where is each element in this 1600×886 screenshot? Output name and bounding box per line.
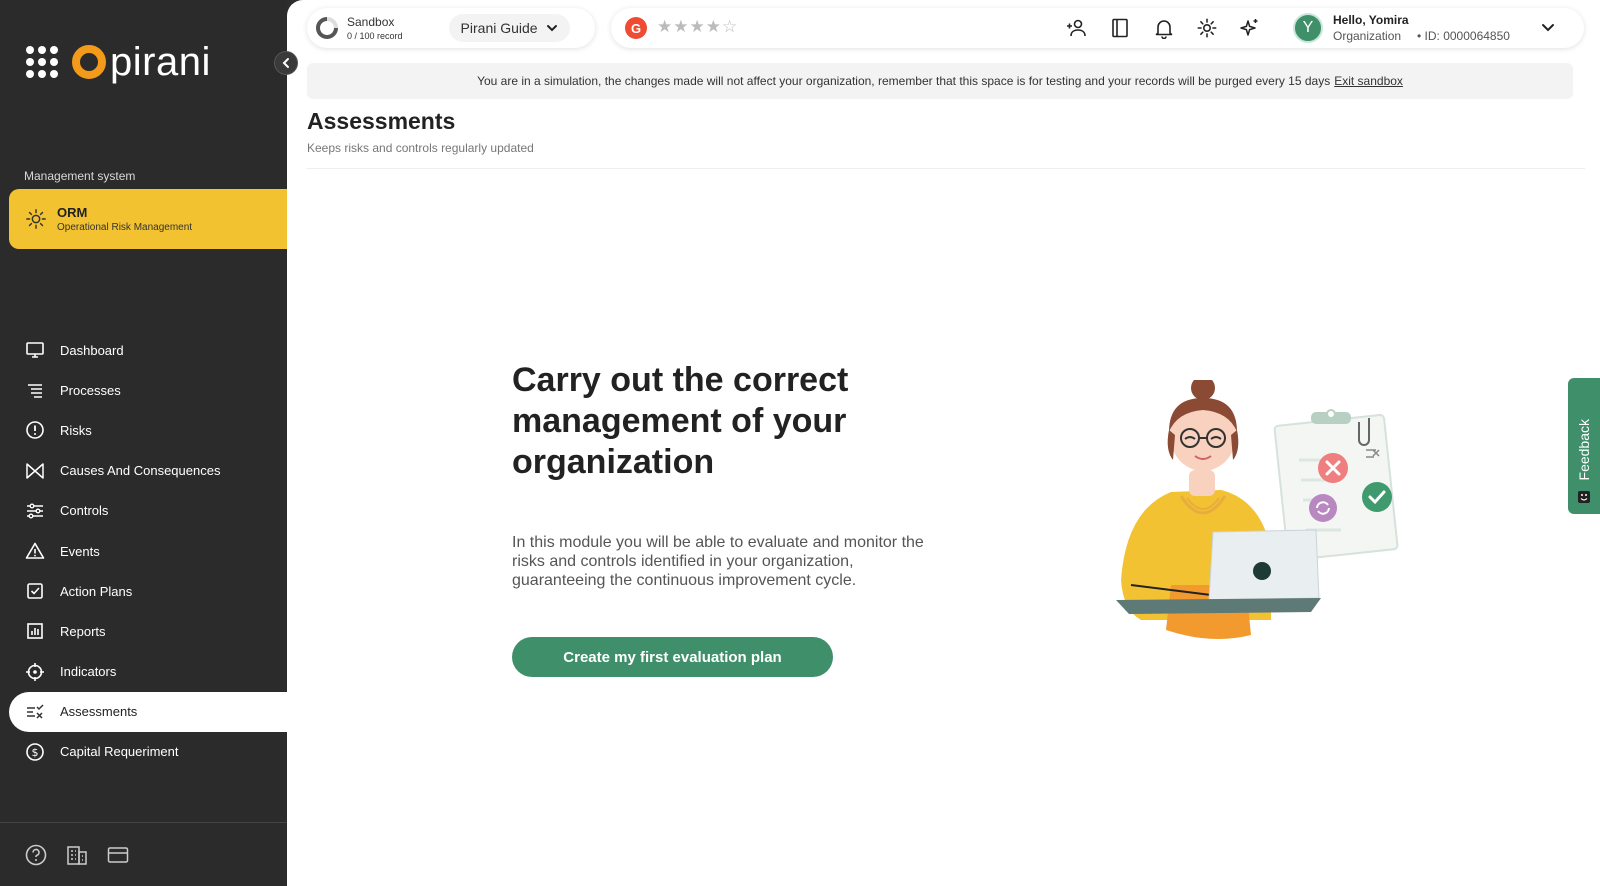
monitor-icon	[25, 340, 45, 360]
apps-grid-icon[interactable]	[26, 46, 58, 78]
create-evaluation-plan-button[interactable]: Create my first evaluation plan	[512, 637, 833, 677]
main-content: Sandbox 0 / 100 record Pirani Guide G ★★…	[287, 0, 1600, 886]
add-user-icon[interactable]	[1066, 17, 1088, 39]
gear-icon[interactable]	[1196, 17, 1218, 39]
dollar-circle-icon: $	[25, 742, 45, 762]
building-icon[interactable]	[66, 844, 88, 866]
checklist-icon	[25, 702, 45, 722]
sidebar-item-processes[interactable]: Processes	[0, 370, 287, 410]
sidebar-item-causes-and-consequences[interactable]: Causes And Consequences	[0, 451, 287, 491]
bar-chart-icon	[25, 621, 45, 641]
svg-text:$: $	[32, 746, 39, 759]
guide-label: Pirani Guide	[460, 20, 538, 36]
user-organization: Organization	[1333, 29, 1402, 43]
sidebar: pirani Management system ORM Operational…	[0, 0, 299, 886]
section-label: Management system	[24, 169, 136, 183]
checkbox-icon	[25, 581, 45, 601]
user-greeting: Hello, Yomira	[1333, 13, 1409, 27]
exit-sandbox-link[interactable]: Exit sandbox	[1334, 74, 1403, 88]
sliders-icon	[25, 501, 45, 521]
warning-triangle-icon	[25, 541, 45, 561]
brand: pirani	[26, 42, 211, 82]
sandbox-card: Sandbox 0 / 100 record Pirani Guide	[307, 8, 595, 48]
book-icon[interactable]	[1109, 17, 1131, 39]
module-title: ORM	[57, 205, 88, 220]
sidebar-item-label: Reports	[60, 623, 106, 639]
g2-logo-icon[interactable]: G	[625, 17, 647, 39]
avatar[interactable]: Y	[1293, 13, 1323, 43]
sidebar-item-assessments[interactable]: Assessments	[9, 691, 287, 732]
rating-stars[interactable]: ★★★★☆	[657, 17, 738, 37]
collapse-sidebar-button[interactable]	[274, 51, 298, 75]
sidebar-footer	[0, 822, 287, 886]
sidebar-item-risks[interactable]: Risks	[0, 410, 287, 450]
sidebar-item-label: Capital Requeriment	[60, 744, 179, 760]
hero-title: Carry out the correct management of your…	[512, 361, 849, 481]
sidebar-item-reports[interactable]: Reports	[0, 611, 287, 651]
chevron-left-icon	[282, 58, 289, 68]
sidebar-item-capital-requeriment[interactable]: $ Capital Requeriment	[0, 732, 287, 772]
bell-icon[interactable]	[1153, 17, 1175, 39]
sandbox-progress-icon	[316, 17, 338, 39]
sidebar-item-controls[interactable]: Controls	[0, 491, 287, 531]
sidebar-item-label: Causes And Consequences	[60, 463, 221, 479]
alert-circle-icon	[25, 420, 45, 440]
bowtie-icon	[25, 461, 45, 481]
logo-ring-icon	[72, 45, 106, 79]
crosshair-icon	[25, 662, 45, 682]
sandbox-records: 0 / 100 record	[347, 31, 403, 41]
sidebar-item-label: Indicators	[60, 664, 117, 680]
pirani-guide-button[interactable]: Pirani Guide	[448, 14, 570, 42]
user-id: • ID: 0000064850	[1417, 29, 1510, 43]
pirani-logo: pirani	[72, 42, 211, 82]
gear-cog-icon	[26, 209, 46, 229]
sidebar-item-label: Risks	[60, 422, 92, 438]
top-bar: G ★★★★☆ Y Hello, Yomira Organization • I…	[611, 8, 1584, 48]
sidebar-item-label: Controls	[60, 503, 109, 519]
hero-description: In this module you will be able to evalu…	[512, 534, 924, 589]
help-icon[interactable]	[25, 844, 47, 866]
sparkles-icon[interactable]	[1239, 17, 1261, 39]
sidebar-item-label: Dashboard	[60, 342, 124, 358]
sidebar-item-action-plans[interactable]: Action Plans	[0, 571, 287, 611]
feedback-tab[interactable]: Feedback	[1568, 378, 1600, 514]
module-subtitle: Operational Risk Management	[57, 222, 193, 233]
divider	[307, 168, 1585, 169]
logo-text: pirani	[110, 40, 211, 84]
page-subtitle: Keeps risks and controls regularly updat…	[307, 141, 534, 155]
module-orm[interactable]: ORM Operational Risk Management	[9, 189, 299, 249]
list-icon	[25, 380, 45, 400]
sandbox-banner: You are in a simulation, the changes mad…	[307, 63, 1573, 99]
card-icon[interactable]	[107, 844, 129, 866]
sidebar-item-indicators[interactable]: Indicators	[0, 652, 287, 692]
chevron-down-icon	[546, 25, 557, 32]
sidebar-nav: Dashboard Processes Risks Causes And Con…	[0, 330, 287, 772]
sidebar-item-label: Processes	[60, 382, 121, 398]
feedback-label: Feedback	[1576, 418, 1592, 480]
user-menu-chevron-icon[interactable]	[1541, 20, 1555, 39]
sandbox-title: Sandbox	[347, 15, 395, 29]
sidebar-item-label: Action Plans	[60, 583, 133, 599]
banner-text: You are in a simulation, the changes mad…	[477, 74, 1331, 88]
smile-icon	[1578, 491, 1590, 503]
sidebar-item-label: Assessments	[60, 704, 138, 720]
sidebar-item-label: Events	[60, 543, 100, 559]
woman-with-laptop-illustration	[1116, 380, 1399, 639]
sidebar-item-dashboard[interactable]: Dashboard	[0, 330, 287, 370]
sidebar-item-events[interactable]: Events	[0, 531, 287, 571]
page-title: Assessments	[307, 108, 456, 134]
